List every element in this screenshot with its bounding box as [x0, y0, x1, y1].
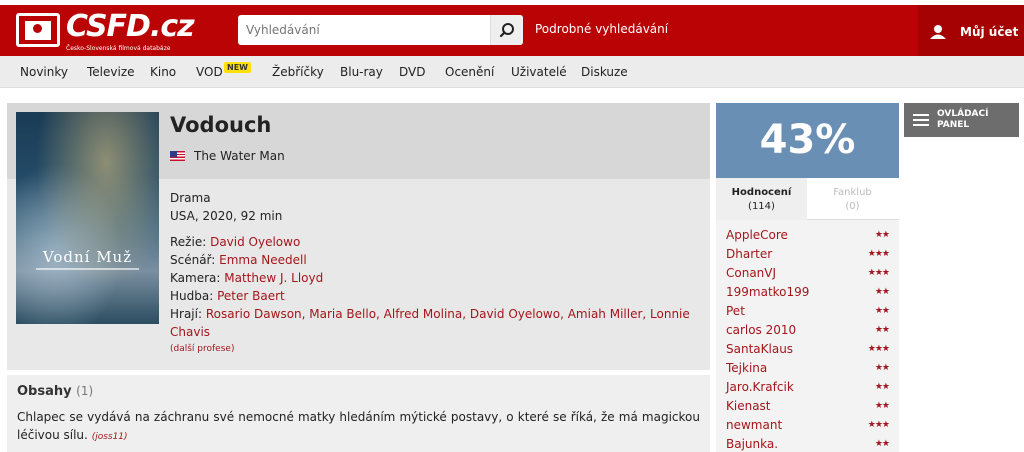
rater-name[interactable]: ConanVJ: [726, 266, 776, 280]
plot-author-link[interactable]: (joss11): [92, 432, 128, 442]
rater-name[interactable]: Jaro.Krafcik: [726, 380, 794, 394]
search-icon: [499, 23, 514, 38]
movie-title: Vodouch: [170, 113, 272, 137]
writer-row: Scénář: Emma Needell: [170, 253, 307, 267]
rating-stars: ★★: [874, 363, 890, 373]
nav-televize[interactable]: Televize: [87, 65, 135, 79]
search-input[interactable]: [238, 15, 490, 45]
search-box: [238, 15, 523, 45]
genre: Drama: [170, 191, 211, 205]
advanced-search-link[interactable]: Podrobné vyhledávání: [535, 22, 668, 36]
music-row: Hudba: Peter Baert: [170, 289, 285, 303]
nav-novinky[interactable]: Novinky: [20, 65, 68, 79]
rating-stars: ★★★: [867, 344, 890, 354]
csfd-logo[interactable]: CSFD.cz Česko-Slovenská filmová databáze: [16, 9, 195, 53]
rater-name[interactable]: Dharter: [726, 247, 772, 261]
rating-percent: 43%: [716, 103, 899, 178]
plot-heading: Obsahy (1): [17, 384, 94, 399]
rating-stars: ★★: [874, 306, 890, 316]
top-bar: CSFD.cz Česko-Slovenská filmová databáze…: [0, 5, 1024, 56]
rater-name[interactable]: AppleCore: [726, 228, 788, 242]
rating-stars: ★★★: [867, 249, 890, 259]
rating-stars: ★★★: [867, 420, 890, 430]
logo-subtitle: Česko-Slovenská filmová databáze: [66, 45, 171, 52]
nav-zebricky[interactable]: Žebříčky: [272, 65, 324, 79]
cast-link-chavis[interactable]: Chavis: [170, 325, 210, 339]
cast-links[interactable]: Rosario Dawson, Maria Bello, Alfred Moli…: [206, 307, 690, 321]
rater-name[interactable]: 199matko199: [726, 285, 809, 299]
rating-stars: ★★: [874, 287, 890, 297]
nav-bluray[interactable]: Blu-ray: [340, 65, 383, 79]
rater-name[interactable]: newmant: [726, 418, 782, 432]
control-panel-label: OVLÁDACÍ PANEL: [937, 109, 989, 130]
rating-stars: ★★: [874, 382, 890, 392]
film-icon: [16, 13, 60, 47]
director-link[interactable]: David Oyelowo: [210, 235, 300, 249]
tab-ratings[interactable]: Hodnocení (114): [716, 178, 807, 220]
original-title: The Water Man: [194, 149, 285, 163]
more-professions-link[interactable]: (další profese): [170, 344, 234, 354]
new-badge: NEW: [224, 62, 251, 73]
rater-name[interactable]: SantaKlaus: [726, 342, 793, 356]
rating-stars: ★★: [874, 230, 890, 240]
poster-title: Vodní Muž: [42, 248, 133, 266]
user-icon: [930, 25, 946, 39]
main-nav: Novinky Televize Kino VOD NEW Žebříčky B…: [0, 56, 1024, 88]
plot-section: Obsahy (1) Chlapec se vydává na záchranu…: [7, 375, 710, 452]
search-button[interactable]: [490, 15, 523, 45]
camera-row: Kamera: Matthew J. Lloyd: [170, 271, 324, 285]
nav-uzivatele[interactable]: Uživatelé: [511, 65, 567, 79]
account-label: Můj účet: [960, 25, 1019, 39]
rating-stars: ★★: [874, 401, 890, 411]
account-button[interactable]: Můj účet: [918, 5, 1024, 56]
music-link[interactable]: Peter Baert: [217, 289, 285, 303]
nav-dvd[interactable]: DVD: [399, 65, 425, 79]
logo-text: CSFD.cz: [66, 9, 195, 44]
director-row: Režie: David Oyelowo: [170, 235, 301, 249]
rater-name[interactable]: Tejkina: [726, 361, 767, 375]
plot-text: Chlapec se vydává na záchranu své nemocn…: [17, 410, 700, 442]
rating-stars: ★★★: [867, 268, 890, 278]
rating-stars: ★★: [874, 325, 890, 335]
nav-oceneni[interactable]: Ocenění: [445, 65, 494, 79]
control-panel-button[interactable]: OVLÁDACÍ PANEL: [904, 103, 1019, 137]
rater-name[interactable]: Kienast: [726, 399, 771, 413]
rater-name[interactable]: Bajunka.: [726, 437, 778, 451]
camera-link[interactable]: Matthew J. Lloyd: [224, 271, 323, 285]
raters-list: AppleCore ★★ Dharter ★★★ ConanVJ ★★★ 199…: [716, 220, 899, 452]
writer-link[interactable]: Emma Needell: [219, 253, 307, 267]
usa-flag-icon: [170, 151, 185, 161]
rating-stars: ★★: [874, 439, 890, 449]
movie-panel: Vodní Muž Vodouch The Water Man Drama US…: [7, 103, 710, 370]
cast-row: Hrají: Rosario Dawson, Maria Bello, Alfr…: [170, 307, 690, 321]
nav-kino[interactable]: Kino: [150, 65, 176, 79]
movie-poster[interactable]: Vodní Muž: [16, 112, 159, 324]
origin-info: USA, 2020, 92 min: [170, 209, 283, 223]
rater-name[interactable]: Pet: [726, 304, 745, 318]
nav-vod[interactable]: VOD: [196, 65, 223, 79]
rating-tabs: Hodnocení (114) Fanklub (0): [716, 178, 899, 220]
rater-name[interactable]: carlos 2010: [726, 323, 796, 337]
tab-fanclub[interactable]: Fanklub (0): [807, 178, 898, 220]
cast-row-continued: Chavis: [170, 325, 210, 339]
menu-icon: [913, 114, 929, 126]
nav-diskuze[interactable]: Diskuze: [581, 65, 628, 79]
plot-count: (1): [76, 384, 94, 398]
